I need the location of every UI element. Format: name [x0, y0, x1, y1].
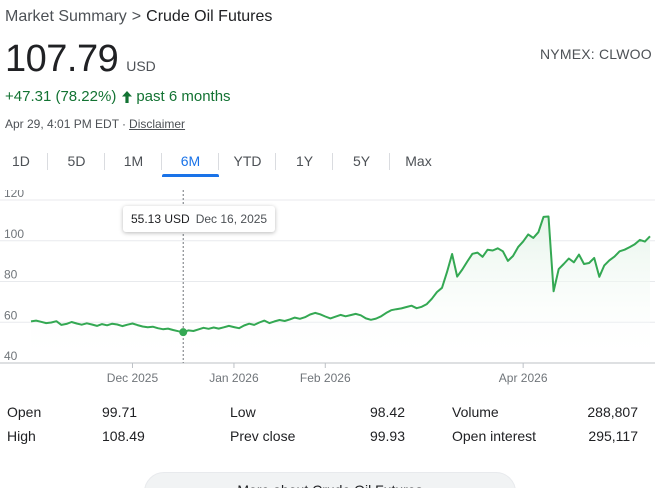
- stat-value-prev-close: 99.93: [369, 428, 405, 444]
- hover-point: [179, 328, 188, 337]
- change-period: past 6 months: [136, 88, 231, 105]
- y-tick-label: 60: [4, 308, 18, 322]
- stat-value-high: 108.49: [102, 428, 145, 444]
- breadcrumb-market-summary[interactable]: Market Summary: [5, 8, 127, 25]
- tab-1d[interactable]: 1D: [0, 148, 48, 178]
- y-tick-label: 40: [4, 349, 18, 363]
- stat-label-low: Low: [230, 404, 256, 420]
- tab-ytd[interactable]: YTD: [219, 148, 276, 178]
- price-area: [31, 216, 650, 363]
- active-tab-indicator: [162, 174, 219, 177]
- breadcrumb-current: Crude Oil Futures: [146, 8, 273, 25]
- tab-label: 5D: [67, 153, 86, 169]
- chart-tooltip: 55.13 USD Dec 16, 2025: [123, 206, 276, 232]
- exchange-ticker: NYMEX: CLWOO: [540, 46, 652, 62]
- x-tick-label: Dec 2025: [107, 371, 159, 385]
- separator-dot: ·: [122, 117, 127, 131]
- current-price: 107.79: [5, 38, 119, 80]
- tab-max[interactable]: Max: [390, 148, 447, 178]
- stat-label-open-interest: Open interest: [452, 428, 537, 444]
- stat-value-open-interest: 295,117: [588, 428, 638, 444]
- stat-label-prev-close: Prev close: [230, 428, 296, 444]
- tab-label: 1D: [12, 153, 30, 169]
- stat-value-open: 99.71: [102, 404, 138, 420]
- timestamp-row: Apr 29, 4:01 PM EDT · Disclaimer: [5, 117, 185, 131]
- y-tick-label: 120: [4, 190, 24, 200]
- price-row: 107.79 USD: [5, 38, 156, 81]
- stat-value-volume: 288,807: [587, 404, 638, 420]
- arrow-up-icon: [122, 90, 133, 103]
- change-value: +47.31 (78.22%): [5, 88, 117, 105]
- stat-label-open: Open: [7, 404, 42, 420]
- y-tick-label: 80: [4, 268, 18, 282]
- y-tick-label: 100: [4, 227, 24, 241]
- range-tabs: 1D 5D 1M 6M YTD 1Y 5Y Max: [0, 148, 447, 178]
- tab-label: 5Y: [352, 153, 371, 169]
- tab-label: YTD: [233, 153, 262, 169]
- tab-1y[interactable]: 1Y: [276, 148, 333, 178]
- tab-5d[interactable]: 5D: [48, 148, 105, 178]
- breadcrumb-separator: >: [131, 8, 142, 25]
- x-tick-label: Jan 2026: [209, 371, 259, 385]
- tab-label: 1Y: [295, 153, 314, 169]
- tab-label: Max: [405, 153, 432, 169]
- tab-5y[interactable]: 5Y: [333, 148, 390, 178]
- tab-label: 6M: [180, 153, 201, 169]
- timestamp: Apr 29, 4:01 PM EDT: [5, 117, 120, 131]
- tab-6m[interactable]: 6M: [162, 148, 219, 178]
- tooltip-date: Dec 16, 2025: [195, 212, 268, 226]
- stat-label-volume: Volume: [452, 404, 499, 420]
- price-change: +47.31 (78.22%) past 6 months: [5, 88, 231, 105]
- disclaimer-link[interactable]: Disclaimer: [129, 117, 185, 131]
- price-chart[interactable]: 40 60 80 100 120 Dec 2025 Jan 2026 Feb 2026 Apr …: [0, 190, 670, 390]
- breadcrumb: Market Summary > Crude Oil Futures: [5, 8, 272, 26]
- currency-label: USD: [126, 58, 156, 74]
- more-about-button[interactable]: More about Crude Oil Futures: [144, 472, 516, 488]
- tab-1m[interactable]: 1M: [105, 148, 162, 178]
- tooltip-value: 55.13 USD: [131, 212, 190, 226]
- x-tick-label: Apr 2026: [499, 371, 548, 385]
- tab-label: 1M: [123, 153, 144, 169]
- stat-value-low: 98.42: [369, 404, 405, 420]
- stat-label-high: High: [7, 428, 36, 444]
- x-tick-label: Feb 2026: [300, 371, 351, 385]
